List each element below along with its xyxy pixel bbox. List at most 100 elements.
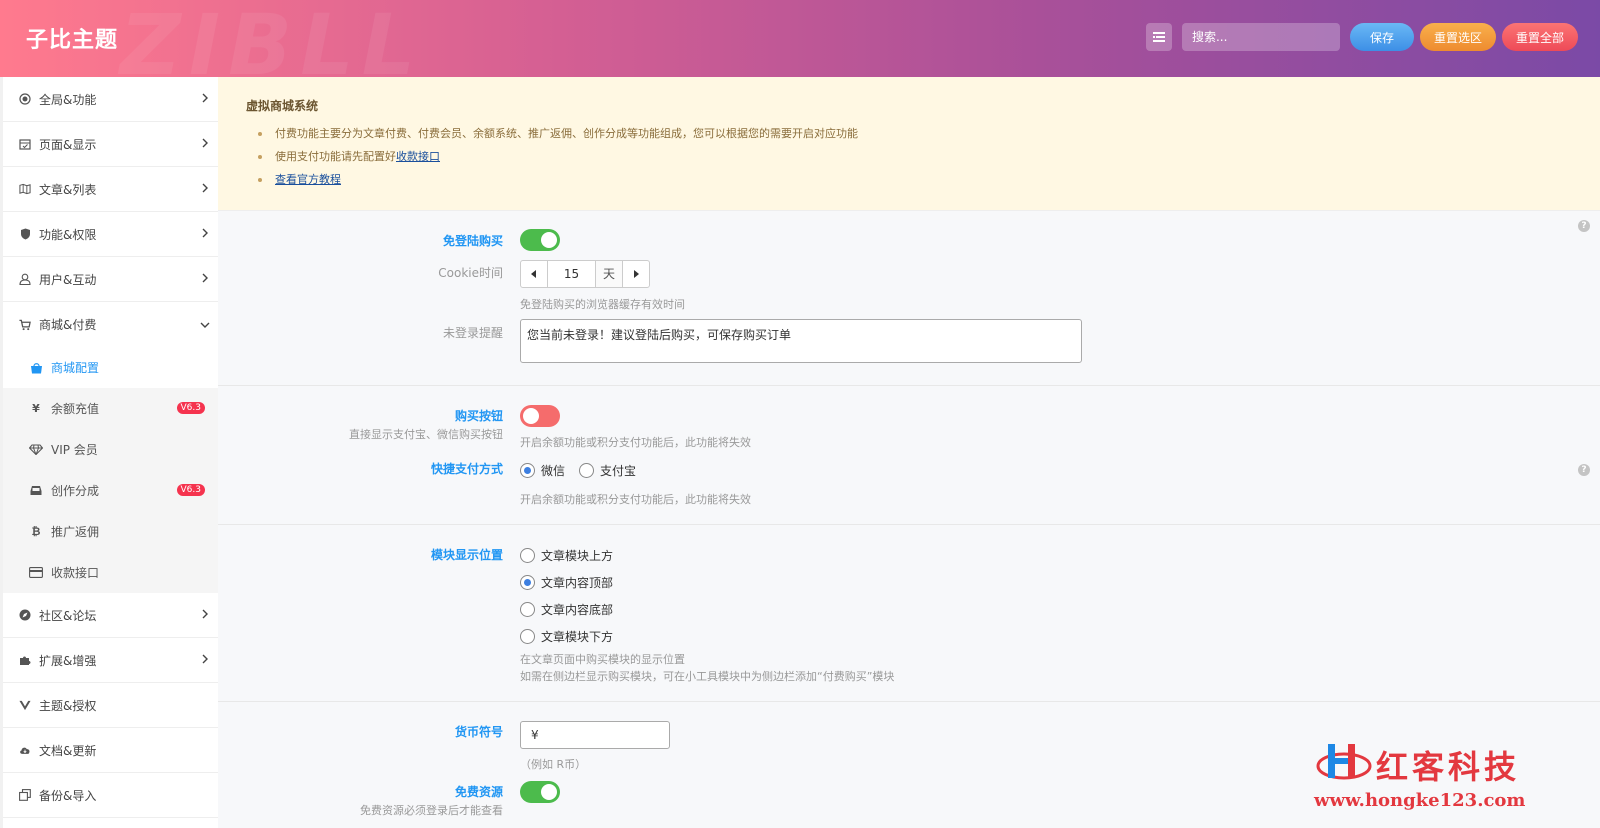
sidebar-item-label: 文档&更新	[39, 743, 97, 758]
radio-label: 文章模块上方	[541, 549, 614, 563]
subnav-item-shop-config[interactable]: 商城配置	[3, 347, 218, 388]
login-free-toggle[interactable]	[520, 229, 560, 251]
sidebar-item-label: 文章&列表	[39, 182, 97, 197]
decrement-button[interactable]	[521, 261, 548, 287]
toggle-knob	[541, 232, 557, 248]
sidebar-item-license[interactable]: 主题&授权	[3, 683, 218, 728]
sidebar-item-global[interactable]: 全局&功能	[3, 77, 218, 122]
radio-button	[520, 629, 535, 644]
buy-button-label: 购买按钮	[454, 409, 503, 423]
sidebar-item-docs[interactable]: 文档&更新	[3, 728, 218, 773]
subnav-item-label: 商城配置	[51, 361, 100, 375]
radio-alipay[interactable]: 支付宝	[579, 462, 636, 479]
buy-button-section: 购买按钮 直接显示支付宝、微信购买按钮 开启余额功能或积分支付功能后，此功能将失…	[218, 386, 1600, 525]
cookie-stepper: 15 天	[520, 260, 650, 288]
chevron-right-icon	[202, 654, 208, 664]
reset-section-button[interactable]: 重置选区	[1419, 23, 1496, 51]
brand-logo-icon	[1316, 744, 1372, 780]
currency-input[interactable]: ¥	[520, 721, 670, 749]
radio-button	[520, 602, 535, 617]
sidebar-item-permission[interactable]: 功能&权限	[3, 212, 218, 257]
login-free-toggle-wrap	[520, 229, 560, 251]
buy-button-sublabel: 直接显示支付宝、微信购买按钮	[349, 428, 503, 441]
map-icon	[19, 183, 31, 195]
radio-label: 微信	[541, 464, 566, 478]
chevron-right-icon	[202, 273, 208, 283]
sidebar-item-forum[interactable]: 社区&论坛	[3, 593, 218, 638]
radio-wechat[interactable]: 微信	[520, 462, 565, 479]
radio-button	[520, 463, 535, 478]
save-button[interactable]: 保存	[1349, 23, 1414, 51]
brand-name: 红客科技	[1376, 748, 1521, 786]
cloud-icon	[19, 744, 31, 756]
shopping-bag-icon	[29, 362, 43, 374]
reset-all-button[interactable]: 重置全部	[1501, 23, 1578, 51]
payment-interface-link[interactable]: 收款接口	[396, 150, 440, 163]
sidebar-item-post[interactable]: 文章&列表	[3, 167, 218, 212]
sidebar-item-label: 社区&论坛	[39, 608, 97, 623]
credit-card-icon	[29, 567, 43, 578]
currency-help: （例如 R币）	[520, 758, 587, 771]
notice-title: 虚拟商城系统	[246, 99, 319, 113]
subnav-item-vip[interactable]: VIP 会员	[3, 429, 218, 470]
copy-icon	[19, 789, 31, 801]
search-input[interactable]	[1181, 23, 1340, 51]
toggle-knob	[523, 408, 539, 424]
caret-left-icon	[531, 270, 536, 278]
free-res-toggle[interactable]	[520, 781, 560, 803]
vuejs-icon	[19, 699, 31, 711]
chevron-right-icon	[202, 609, 208, 619]
sidebar-item-shop[interactable]: 商城&付费	[3, 302, 218, 347]
subnav-item-label: VIP 会员	[51, 443, 98, 457]
currency-label: 货币符号	[454, 725, 503, 739]
help-icon[interactable]: ?	[1578, 220, 1590, 232]
compass-icon	[19, 609, 31, 621]
subnav-item-label: 余额充值	[51, 402, 100, 416]
cookie-days-input[interactable]: 15	[548, 261, 595, 287]
user-icon	[19, 273, 31, 285]
help-icon[interactable]: ?	[1578, 464, 1590, 476]
app-title: 子比主题	[26, 28, 119, 53]
radio-above-module[interactable]: 文章模块上方	[520, 547, 613, 564]
subnav-item-creator[interactable]: 创作分成 V6.3	[3, 470, 218, 511]
chevron-right-icon	[202, 228, 208, 238]
subnav-item-balance[interactable]: ¥ 余额充值 V6.3	[3, 388, 218, 429]
quick-pay-help: 开启余额功能或积分支付功能后，此功能将失效	[520, 493, 751, 506]
notice-text: 使用支付功能请先配置好	[275, 150, 396, 163]
module-pos-help: 如需在侧边栏显示购买模块，可在小工具模块中为侧边栏添加“付费购买”模块	[520, 670, 895, 683]
subnav-item-label: 收款接口	[51, 566, 100, 580]
radio-below-module[interactable]: 文章模块下方	[520, 628, 613, 645]
login-free-section: ? 免登陆购买 Cookie时间 15 天 免登陆购买的浏览器缓存有效时间 未登…	[218, 211, 1600, 386]
caret-right-icon	[634, 270, 639, 278]
sidebar-item-backup[interactable]: 备份&导入	[3, 773, 218, 818]
sidebar-item-page[interactable]: 页面&显示	[3, 122, 218, 167]
quick-pay-label: 快捷支付方式	[430, 462, 503, 476]
buy-button-toggle-wrap	[520, 405, 560, 427]
buy-button-toggle[interactable]	[520, 405, 560, 427]
calendar-icon	[19, 138, 31, 150]
expand-menu-button[interactable]	[1145, 23, 1172, 51]
info-notice: 虚拟商城系统 付费功能主要分为文章付费、付费会员、余额系统、推广返佣、创作分成等…	[218, 77, 1600, 211]
buy-button-help: 开启余额功能或积分支付功能后，此功能将失效	[520, 436, 751, 449]
sidebar-item-label: 扩展&增强	[39, 653, 97, 668]
radio-content-top[interactable]: 文章内容顶部	[520, 574, 613, 591]
official-tutorial-link[interactable]: 查看官方教程	[275, 173, 341, 186]
chevron-right-icon	[202, 183, 208, 193]
notice-line: 付费功能主要分为文章付费、付费会员、余额系统、推广返佣、创作分成等功能组成，您可…	[246, 124, 1600, 147]
subnav-item-referral[interactable]: ₿ 推广返佣	[3, 511, 218, 552]
cookie-unit: 天	[595, 261, 622, 287]
radio-button	[520, 548, 535, 563]
subnav-item-payment[interactable]: 收款接口	[3, 552, 218, 593]
header-actions: 保存 重置选区 重置全部	[1145, 23, 1578, 51]
sidebar-item-user[interactable]: 用户&互动	[3, 257, 218, 302]
not-logged-textarea[interactable]: 您当前未登录！建议登陆后购买，可保存购买订单	[520, 319, 1082, 363]
shop-subnav: 商城配置 ¥ 余额充值 V6.3 VIP 会员 创作分成 V6.3 ₿ 推广返佣…	[3, 347, 218, 593]
notice-line: 使用支付功能请先配置好收款接口	[246, 147, 1600, 170]
radio-content-bottom[interactable]: 文章内容底部	[520, 601, 613, 618]
cookie-help: 免登陆购买的浏览器缓存有效时间	[520, 298, 685, 311]
chevron-right-icon	[202, 138, 208, 148]
radio-button	[520, 575, 535, 590]
increment-button[interactable]	[622, 261, 649, 287]
chevron-right-icon	[202, 93, 208, 103]
sidebar-item-extend[interactable]: 扩展&增强	[3, 638, 218, 683]
